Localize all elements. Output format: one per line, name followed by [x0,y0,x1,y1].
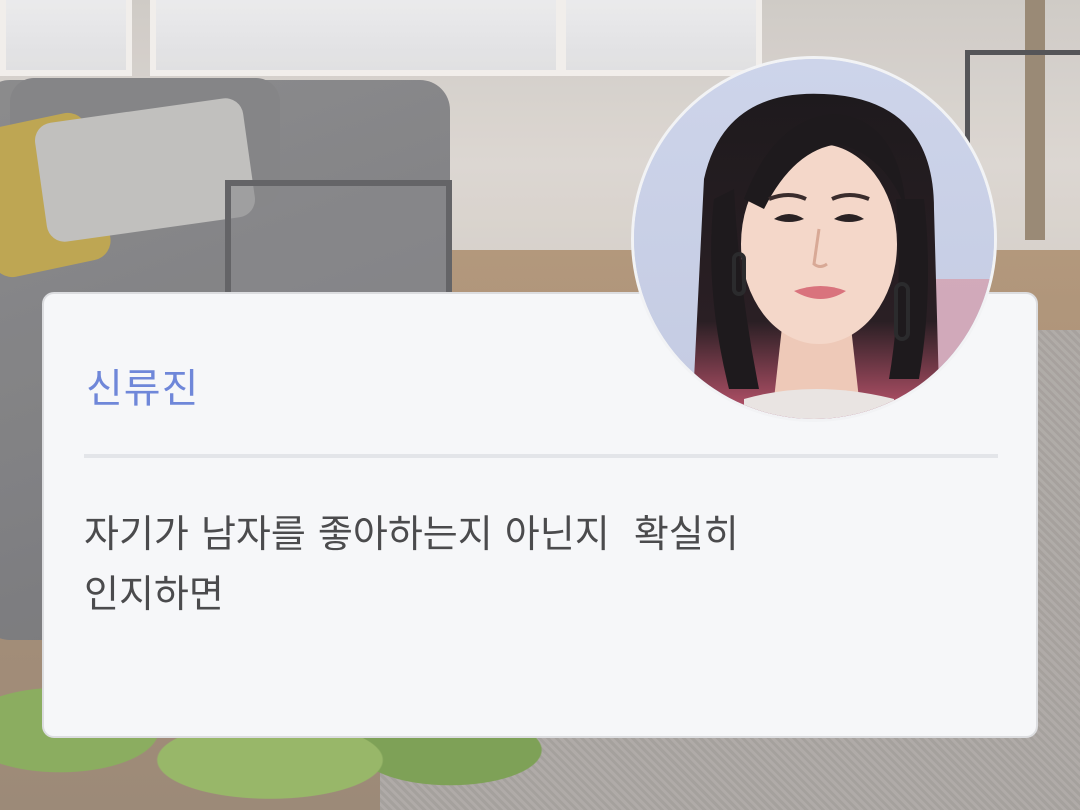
speaker-avatar [631,56,997,422]
dialogue-message: 자기가 남자를 좋아하는지 아닌지 확실히 인지하면 [84,512,739,616]
dialogue-scene: 신류진 자기가 남자를 좋아하는지 아닌지 확실히 인지하면 [0,0,1080,810]
speaker-name: 신류진 [86,366,200,412]
avatar-portrait-image [634,59,994,419]
divider [84,454,998,458]
